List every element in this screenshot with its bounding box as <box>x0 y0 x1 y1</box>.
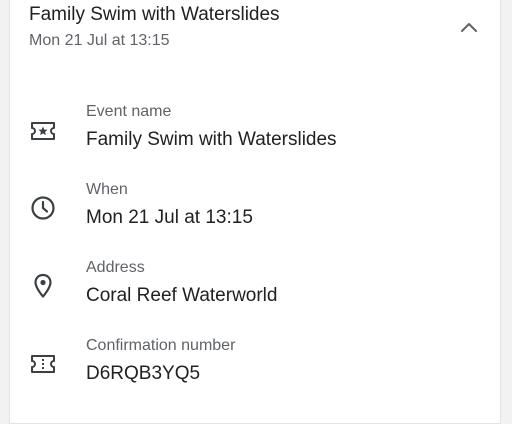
event-name-label: Event name <box>86 103 172 120</box>
confirmation-label: Confirmation number <box>86 337 236 354</box>
chevron-up-icon <box>461 23 477 32</box>
address-label: Address <box>86 259 145 276</box>
when-value: Mon 21 Jul at 13:15 <box>86 207 253 228</box>
event-card <box>9 0 501 424</box>
event-title: Family Swim with Waterslides <box>29 4 280 25</box>
location-pin-icon <box>28 271 58 301</box>
event-name-value: Family Swim with Waterslides <box>86 129 337 150</box>
event-date-subtitle: Mon 21 Jul at 13:15 <box>29 32 170 49</box>
confirmation-value: D6RQB3YQ5 <box>86 363 201 384</box>
address-value: Coral Reef Waterworld <box>86 285 278 306</box>
collapse-button[interactable] <box>454 13 484 41</box>
ticket-icon <box>28 349 58 379</box>
when-label: When <box>86 181 128 198</box>
ticket-star-icon <box>28 116 58 146</box>
clock-icon <box>28 193 58 223</box>
